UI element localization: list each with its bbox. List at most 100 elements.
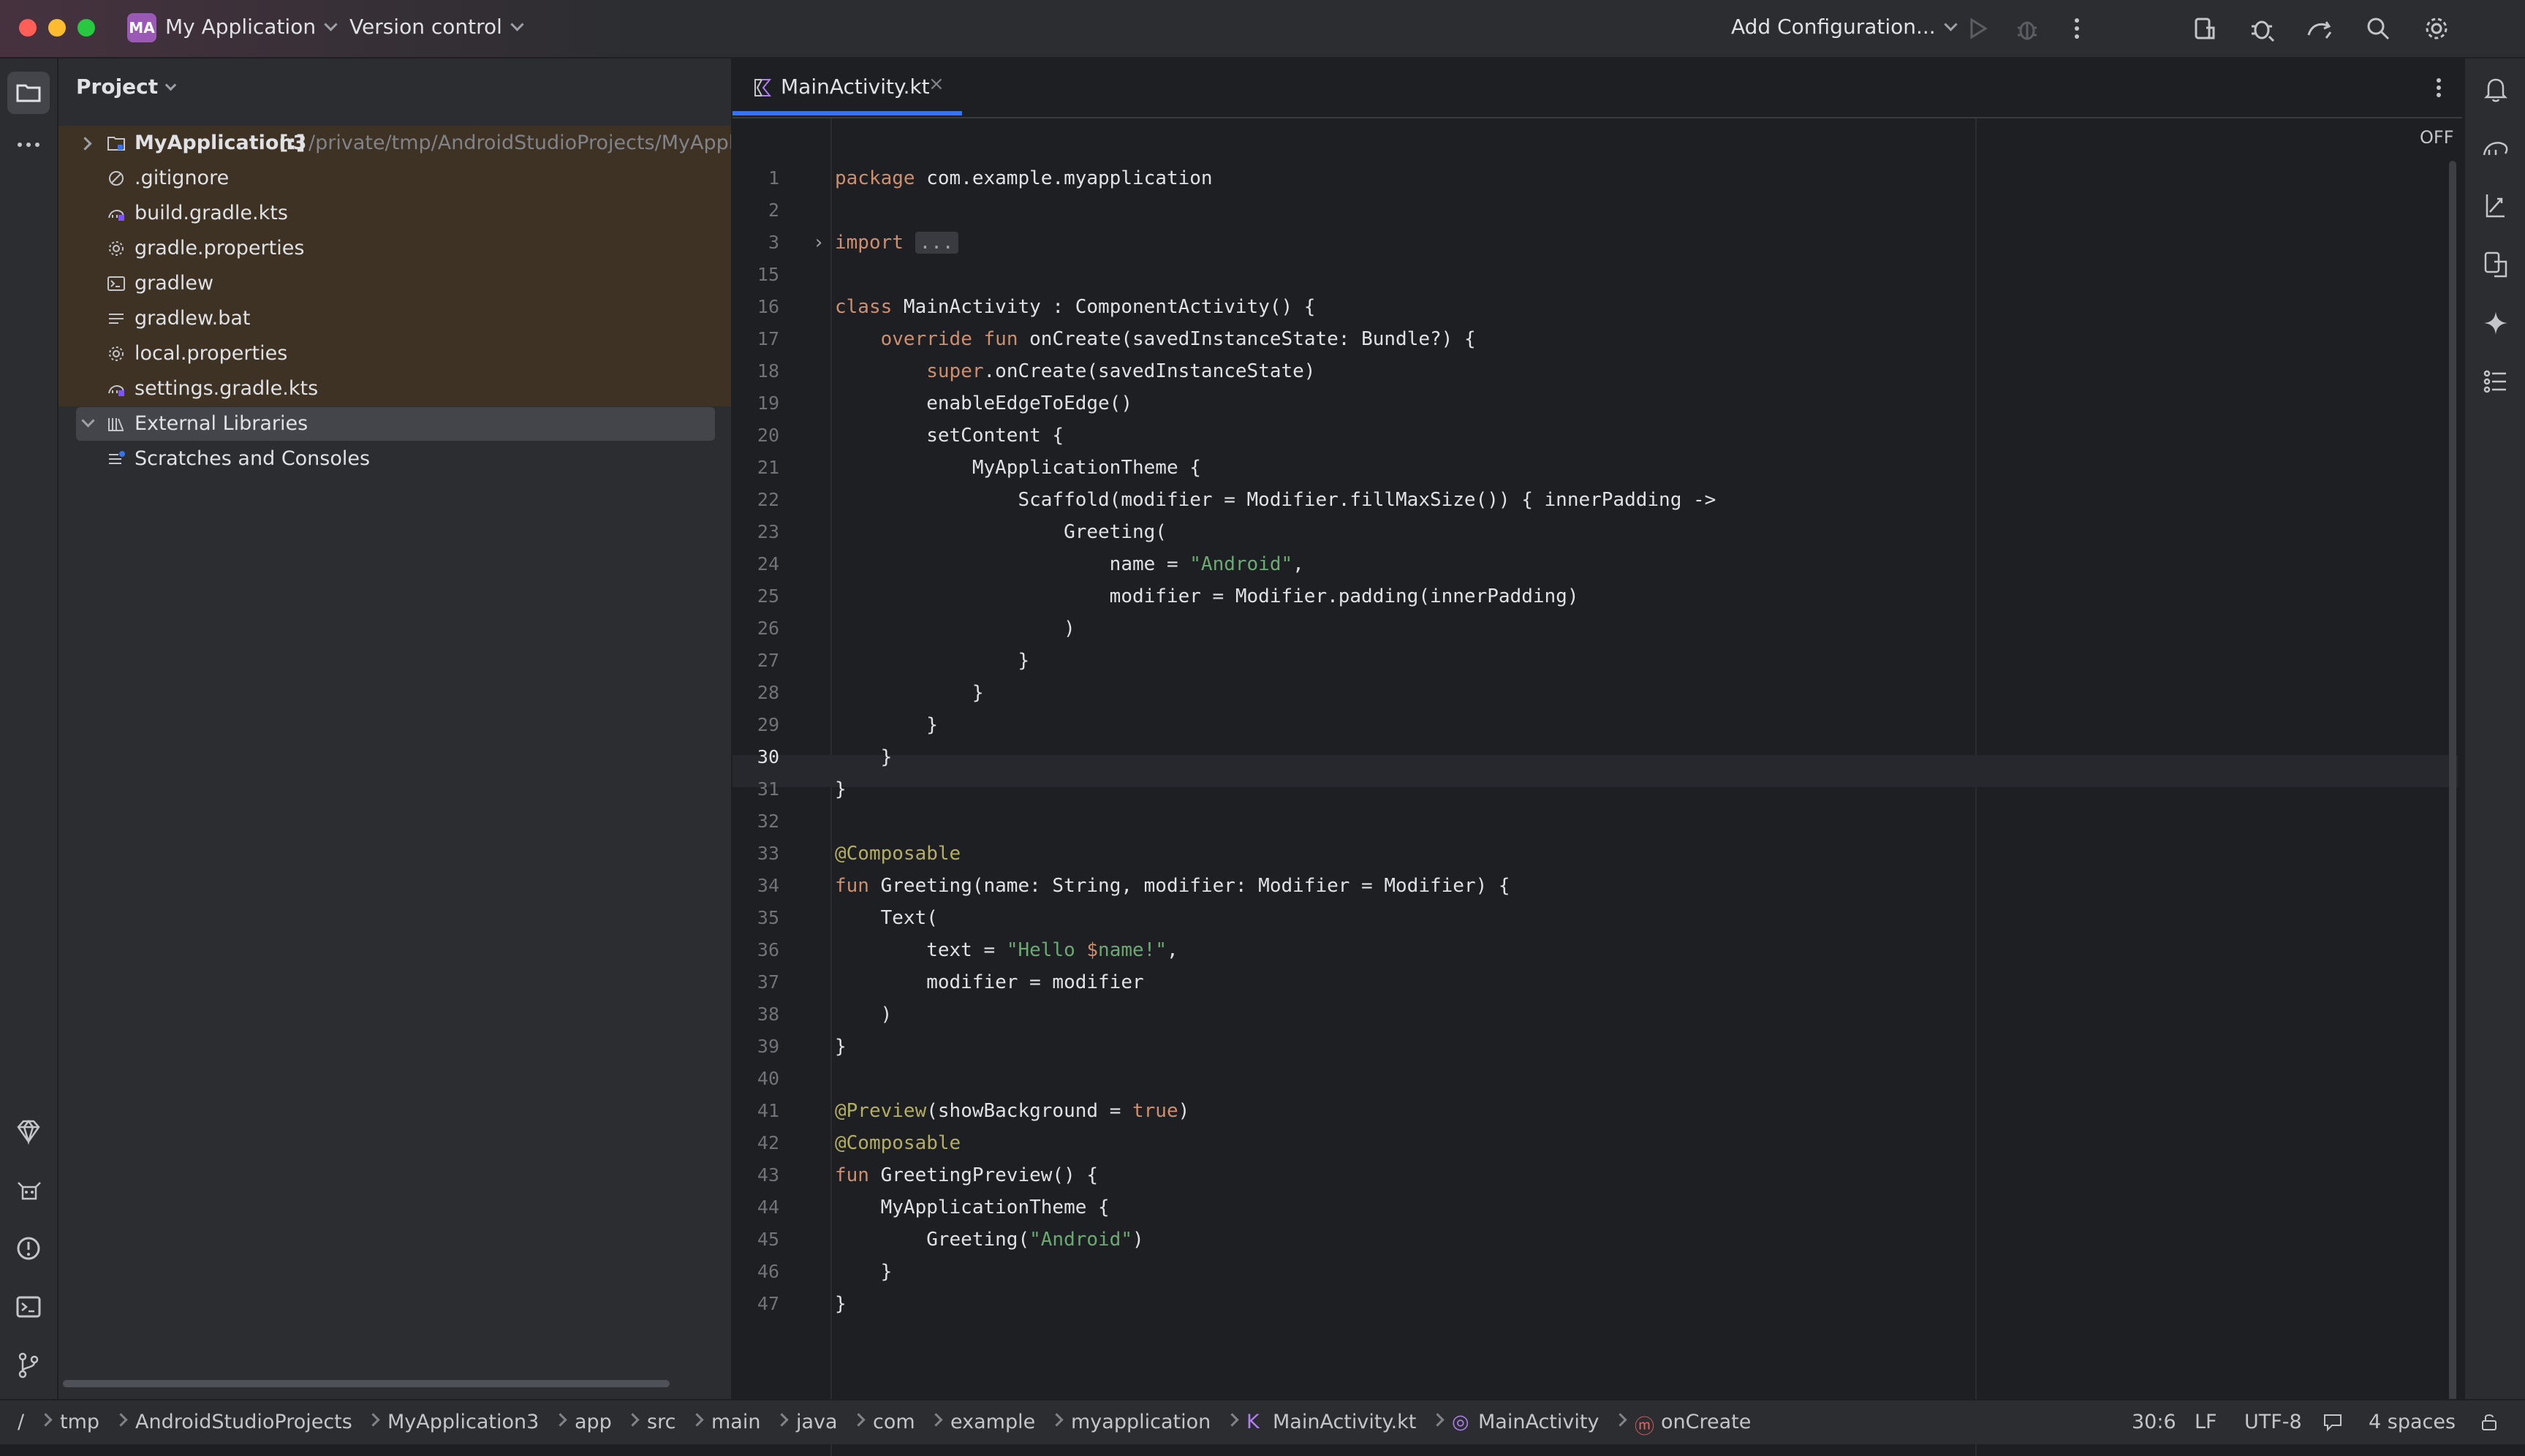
line-number[interactable]: 18 — [732, 355, 779, 387]
breadcrumb-item[interactable]: MainActivity.kt — [1273, 1411, 1416, 1433]
line-number[interactable]: 25 — [732, 580, 779, 613]
line-number[interactable]: 17 — [732, 323, 779, 355]
line-number[interactable]: 27 — [732, 645, 779, 677]
line-number[interactable]: 21 — [732, 452, 779, 484]
code-line[interactable]: } — [835, 677, 984, 709]
sync-gradle-icon[interactable] — [2304, 13, 2335, 44]
notifications-icon[interactable] — [2480, 73, 2512, 105]
breadcrumb-item[interactable]: MainActivity — [1478, 1411, 1599, 1433]
code-line[interactable]: } — [835, 645, 1029, 677]
tree-item-file[interactable]: local.properties — [58, 336, 731, 371]
breadcrumb-item[interactable]: / — [18, 1411, 24, 1433]
code-line[interactable]: text = "Hello $name!", — [835, 934, 1178, 966]
tree-item-file[interactable]: build.gradle.kts — [58, 196, 731, 231]
code-line[interactable]: MyApplicationTheme { — [835, 1191, 1110, 1224]
breadcrumb-item[interactable]: AndroidStudioProjects — [135, 1411, 352, 1433]
line-number[interactable]: 32 — [732, 805, 779, 838]
code-line[interactable]: } — [835, 1031, 847, 1063]
line-number[interactable]: 42 — [732, 1127, 779, 1159]
code-line[interactable]: package com.example.myapplication — [835, 162, 1213, 194]
more-actions-icon[interactable] — [2062, 13, 2092, 44]
code-line[interactable]: MyApplicationTheme { — [835, 452, 1201, 484]
tree-item-file[interactable]: gradlew — [58, 266, 731, 301]
tree-item-file[interactable]: gradle.properties — [58, 231, 731, 266]
code-line[interactable]: ) — [835, 998, 893, 1031]
line-number[interactable]: 24 — [732, 548, 779, 580]
breadcrumb-item[interactable]: java — [796, 1411, 838, 1433]
breadcrumb-item[interactable]: main — [711, 1411, 760, 1433]
code-line[interactable]: @Preview(showBackground = true) — [835, 1095, 1189, 1127]
code-line[interactable]: Greeting("Android") — [835, 1224, 1143, 1256]
run-icon[interactable] — [1962, 13, 1993, 44]
tree-item-external-libraries[interactable]: External Libraries — [76, 407, 715, 441]
file-encoding[interactable]: UTF-8 — [2244, 1411, 2302, 1433]
line-number[interactable]: 40 — [732, 1063, 779, 1095]
search-icon[interactable] — [2363, 13, 2393, 44]
indent-setting[interactable]: 4 spaces — [2369, 1411, 2456, 1433]
code-line[interactable]: ) — [835, 613, 1075, 645]
ai-assistant-icon[interactable] — [2480, 307, 2512, 339]
gear-icon[interactable] — [2421, 13, 2452, 44]
device-explorer-icon[interactable] — [2480, 190, 2512, 222]
line-number[interactable]: 28 — [732, 677, 779, 709]
editor-vertical-scrollbar[interactable] — [2449, 161, 2456, 1411]
code-line[interactable]: } — [835, 741, 893, 773]
code-line[interactable]: setContent { — [835, 420, 1064, 452]
code-line[interactable]: enableEdgeToEdge() — [835, 387, 1132, 420]
line-number[interactable]: 20 — [732, 420, 779, 452]
breadcrumb-item[interactable]: myapplication — [1071, 1411, 1211, 1433]
code-line[interactable]: @Composable — [835, 838, 961, 870]
code-line[interactable]: } — [835, 1288, 847, 1320]
tree-item-file[interactable]: .gitignore — [58, 161, 731, 196]
line-number[interactable]: 46 — [732, 1256, 779, 1288]
project-view-selector[interactable]: Project — [76, 75, 177, 99]
line-number[interactable]: 36 — [732, 934, 779, 966]
logcat-icon[interactable] — [12, 1174, 45, 1206]
line-number[interactable]: 23 — [732, 516, 779, 548]
project-switcher[interactable]: My Application — [165, 15, 338, 39]
line-number[interactable]: 2 — [732, 194, 779, 227]
line-number[interactable]: 30 — [732, 741, 779, 773]
line-number[interactable]: 3 — [732, 227, 779, 259]
running-devices-icon[interactable] — [2480, 249, 2512, 281]
line-number[interactable]: 29 — [732, 709, 779, 741]
debug-icon[interactable] — [2012, 13, 2043, 44]
line-number[interactable]: 19 — [732, 387, 779, 420]
breadcrumb-item[interactable]: example — [950, 1411, 1035, 1433]
code-line[interactable]: fun GreetingPreview() { — [835, 1159, 1098, 1191]
gradle-tool-icon[interactable] — [2480, 132, 2512, 164]
more-tool-windows-icon[interactable] — [12, 129, 45, 161]
app-inspection-icon[interactable] — [2247, 13, 2278, 44]
line-number[interactable]: 45 — [732, 1224, 779, 1256]
code-line[interactable]: modifier = Modifier.padding(innerPadding… — [835, 580, 1579, 613]
line-number[interactable]: 22 — [732, 484, 779, 516]
tree-item-scratches[interactable]: Scratches and Consoles — [58, 441, 731, 477]
breadcrumb-item[interactable]: tmp — [60, 1411, 99, 1433]
line-number[interactable]: 15 — [732, 259, 779, 291]
line-number[interactable]: 47 — [732, 1288, 779, 1320]
device-manager-icon[interactable] — [2189, 13, 2219, 44]
run-config-selector[interactable]: Add Configuration... — [1731, 15, 1958, 39]
window-zoom-button[interactable] — [77, 19, 95, 37]
git-branch-icon[interactable] — [12, 1349, 45, 1381]
code-line[interactable]: class MainActivity : ComponentActivity()… — [835, 291, 1315, 323]
breadcrumb-item[interactable]: src — [647, 1411, 675, 1433]
tree-item-file[interactable]: gradlew.bat — [58, 301, 731, 336]
line-number[interactable]: 43 — [732, 1159, 779, 1191]
code-line[interactable]: Greeting( — [835, 516, 1167, 548]
project-tool-button[interactable] — [7, 72, 50, 114]
line-number[interactable]: 38 — [732, 998, 779, 1031]
code-line[interactable]: modifier = modifier — [835, 966, 1143, 998]
code-line[interactable]: @Composable — [835, 1127, 961, 1159]
lock-icon[interactable] — [2478, 1411, 2500, 1433]
line-number[interactable]: 37 — [732, 966, 779, 998]
tree-item-project-root[interactable]: MyApplication3 [:] /private/tmp/AndroidS… — [58, 126, 731, 161]
line-number[interactable]: 44 — [732, 1191, 779, 1224]
line-number[interactable]: 1 — [732, 162, 779, 194]
project-horizontal-scrollbar[interactable] — [63, 1380, 670, 1387]
breadcrumb-item[interactable]: com — [873, 1411, 915, 1433]
window-close-button[interactable] — [19, 19, 37, 37]
breadcrumb-item[interactable]: onCreate — [1661, 1411, 1751, 1433]
code-line[interactable]: fun Greeting(name: String, modifier: Mod… — [835, 870, 1510, 902]
line-ending[interactable]: LF — [2195, 1411, 2217, 1433]
